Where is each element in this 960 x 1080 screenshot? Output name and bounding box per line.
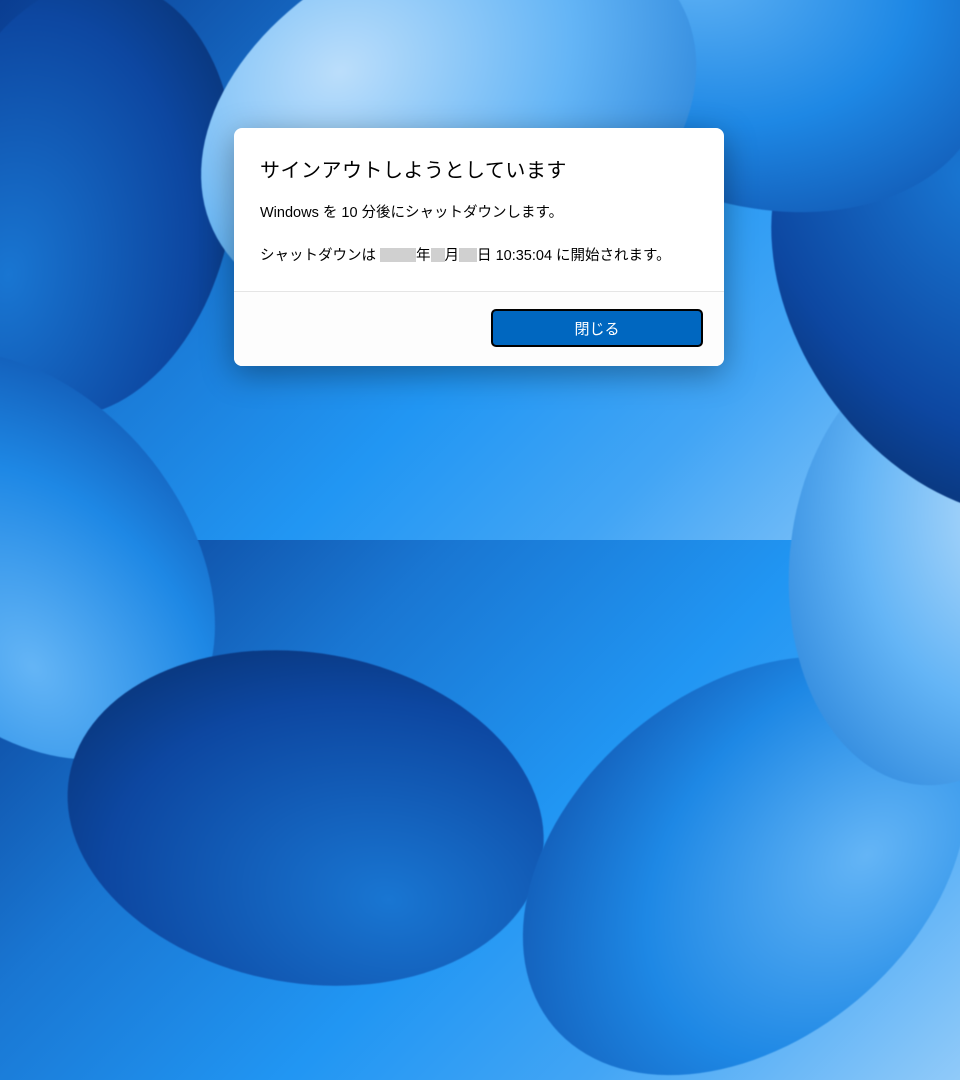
redacted-month — [431, 248, 445, 262]
redacted-year — [380, 248, 416, 262]
dialog-title: サインアウトしようとしています — [260, 154, 698, 183]
shutdown-dialog: サインアウトしようとしています Windows を 10 分後にシャットダウンし… — [234, 128, 724, 366]
dialog-message: Windows を 10 分後にシャットダウンします。 — [260, 201, 698, 222]
month-label: 月 — [445, 248, 460, 264]
schedule-suffix: に開始されます。 — [552, 248, 671, 264]
schedule-prefix: シャットダウンは — [260, 248, 380, 264]
year-label: 年 — [416, 248, 431, 264]
schedule-time: 10:35:04 — [496, 248, 552, 264]
day-label: 日 — [477, 248, 496, 264]
close-button[interactable]: 閉じる — [492, 310, 702, 346]
dialog-footer: 閉じる — [234, 291, 724, 366]
dialog-schedule: シャットダウンは 年月 日 10:35:04 に開始されます。 — [260, 244, 698, 265]
dialog-content: サインアウトしようとしています Windows を 10 分後にシャットダウンし… — [234, 128, 724, 291]
redacted-day — [459, 248, 477, 262]
